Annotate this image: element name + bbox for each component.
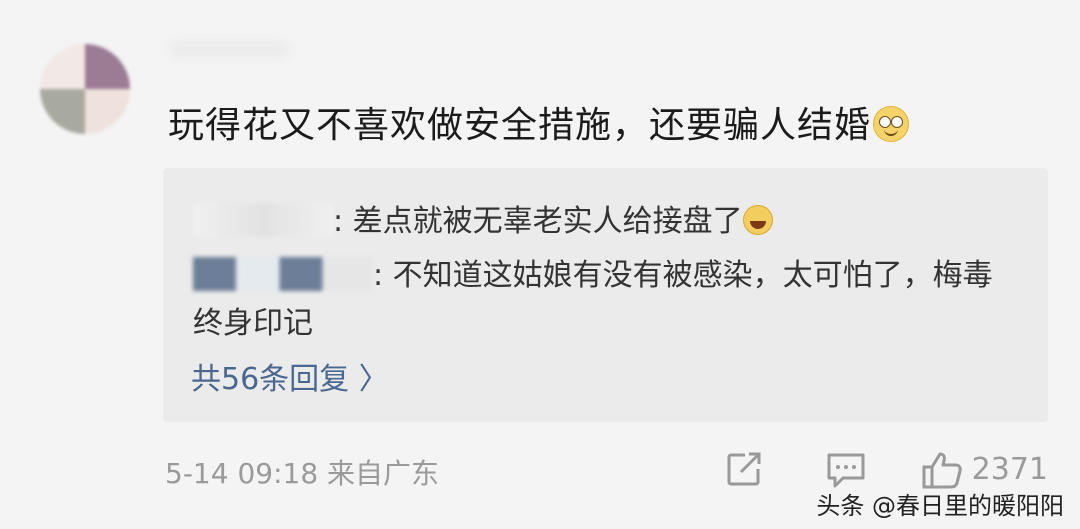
watermark: 头条 @春日里的暖阳阳 [816,492,1064,520]
comment-footer: 5-14 09:18 来自广东 2371 [165,446,1048,490]
share-icon[interactable] [725,450,765,492]
reply-item[interactable]: : 差点就被无辜老实人给接盘了 [193,196,773,240]
reply-item[interactable]: : 不知道这姑娘有没有被感染，太可怕了，梅毒终身印记 [193,252,1013,348]
comment-text: 玩得花又不喜欢做安全措施，还要骗人结婚 [168,96,910,148]
reply-username-redacted [193,203,333,237]
timestamp-location: 5-14 09:18 来自广东 [165,457,440,490]
like-count: 2371 [971,452,1048,487]
replies-box: : 差点就被无辜老实人给接盘了 : 不知道这姑娘有没有被感染，太可怕了，梅毒终身… [163,168,1048,422]
reply-text: : 差点就被无辜老实人给接盘了 [333,204,743,239]
avatar[interactable] [40,44,130,134]
username-redacted[interactable] [170,40,290,58]
laughing-crying-emoji-icon [742,205,773,235]
more-replies-link[interactable]: 共56条回复 〉 [191,354,389,398]
reply-username-redacted [193,257,373,291]
drooling-face-emoji-icon [873,106,910,142]
